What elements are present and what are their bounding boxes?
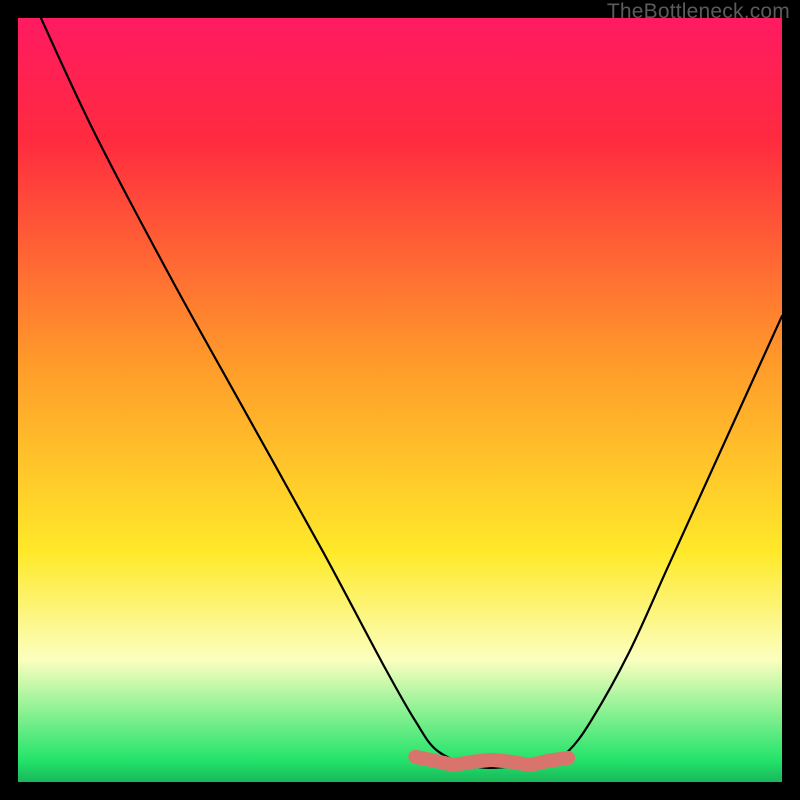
watermark-text: TheBottleneck.com [607,0,790,24]
chart-plot-area [18,18,782,782]
bottleneck-curve [18,18,782,782]
